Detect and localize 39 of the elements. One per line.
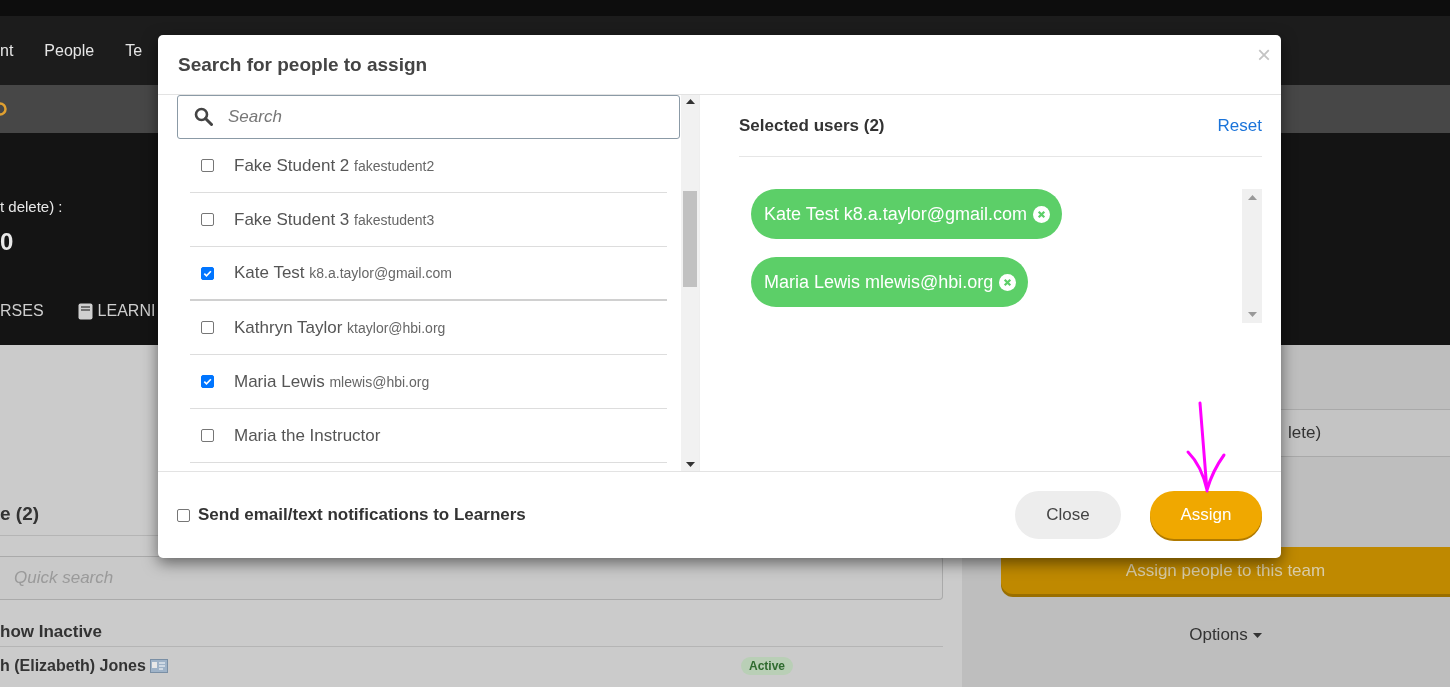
scroll-up-icon[interactable] — [685, 99, 695, 104]
person-option[interactable]: Kate Test k8.a.taylor@gmail.com — [234, 263, 452, 283]
person-option[interactable]: Maria the Instructor — [234, 425, 381, 446]
section-heading: e (2) — [0, 503, 40, 526]
id-card-icon — [149, 659, 168, 673]
options-button[interactable]: Options — [1183, 624, 1268, 646]
stat-value: 0 — [0, 228, 14, 256]
search-field[interactable]: Search — [177, 95, 680, 139]
checkbox[interactable] — [201, 213, 214, 226]
person-name[interactable]: h (Elizabeth) Jones — [0, 657, 146, 675]
person-option[interactable]: Maria Lewis mlewis@hbi.org — [234, 371, 430, 392]
checkbox[interactable] — [201, 429, 214, 442]
tab[interactable]: LEARNI — [77, 302, 156, 320]
dialog-title: Search for people to assign — [178, 53, 428, 76]
checkbox[interactable] — [201, 159, 214, 172]
close-button[interactable]: Close — [1015, 491, 1121, 539]
checkbox[interactable] — [177, 508, 190, 522]
checkbox[interactable] — [201, 375, 214, 388]
person-option[interactable]: Fake Student 2 fakestudent2 — [234, 155, 435, 176]
person-option[interactable]: Fake Student 3 fakestudent3 — [234, 209, 435, 230]
nav-link[interactable]: nt — [0, 41, 14, 60]
scrollbar-thumb[interactable] — [683, 191, 697, 287]
book-icon — [77, 302, 93, 320]
scrollbar[interactable] — [681, 95, 699, 471]
checkbox[interactable] — [201, 266, 214, 280]
stat-caption: t delete) : — [0, 198, 63, 217]
status-badge: Active — [740, 657, 793, 675]
notify-label[interactable]: Send email/text notifications to Learners — [198, 505, 1007, 525]
reset-link[interactable]: Reset — [1217, 115, 1262, 136]
toggle-label[interactable]: how Inactive — [0, 622, 103, 646]
tab[interactable]: RSES — [0, 302, 44, 320]
checkbox[interactable] — [201, 321, 214, 334]
caret-icon — [1252, 632, 1262, 638]
search-icon — [194, 107, 213, 126]
selected-users-heading: Selected users (2) — [739, 115, 885, 136]
person-option[interactable]: Kathryn Taylor ktaylor@hbi.org — [234, 317, 446, 338]
nav-link[interactable]: Te — [125, 41, 143, 60]
scroll-down-icon[interactable] — [685, 462, 695, 467]
nav-link[interactable]: People — [44, 41, 95, 60]
